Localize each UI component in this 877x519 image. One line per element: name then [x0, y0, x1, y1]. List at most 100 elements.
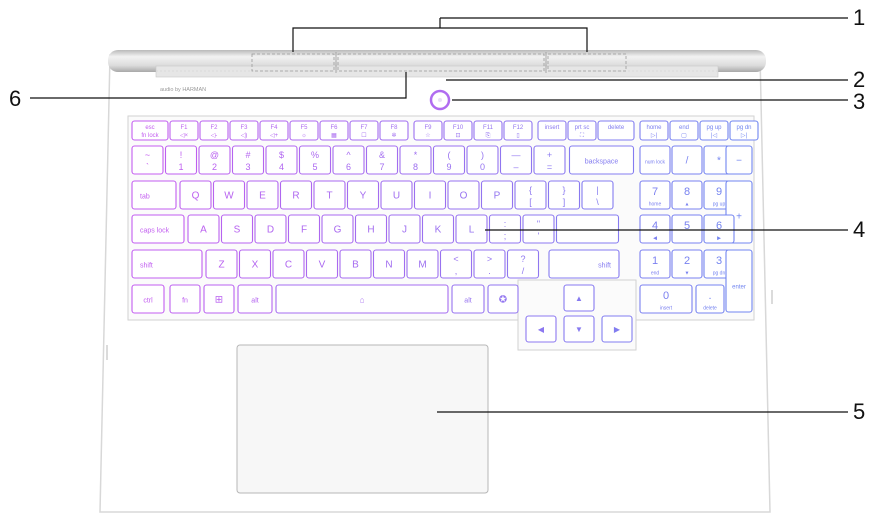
key-b[interactable]: B — [339, 249, 372, 279]
key-np-0[interactable]: 0insert — [639, 284, 693, 314]
key-num-8[interactable]: *8 — [399, 145, 432, 175]
key-num-2[interactable]: @2 — [198, 145, 231, 175]
key-space[interactable]: ⌂ — [275, 284, 449, 314]
key-asym-1[interactable]: "' — [522, 214, 555, 244]
key-f3[interactable]: F3◁) — [229, 120, 259, 141]
key-e[interactable]: E — [246, 180, 279, 210]
key-num-7[interactable]: &7 — [365, 145, 399, 175]
key-copilot[interactable]: ✪ — [487, 284, 519, 314]
key-p[interactable]: P — [480, 180, 514, 210]
key-esc[interactable]: escfn lock — [131, 120, 169, 141]
key-g[interactable]: G — [321, 214, 354, 244]
key-np-enter[interactable]: enter — [725, 249, 753, 313]
key-fn[interactable]: fn — [169, 284, 201, 314]
key-arrow-down[interactable]: ▼ — [563, 315, 595, 343]
key-f6[interactable]: F6▦ — [319, 120, 349, 141]
key-num-12-cap — [533, 145, 566, 175]
key-i[interactable]: I — [413, 180, 447, 210]
key-win[interactable]: ⊞ — [203, 284, 235, 314]
key-c[interactable]: C — [272, 249, 305, 279]
touchpad[interactable] — [236, 344, 489, 494]
key-q[interactable]: Q — [179, 180, 212, 210]
key-f4[interactable]: F4◁+ — [259, 120, 289, 141]
key-v[interactable]: V — [305, 249, 339, 279]
key-np-4[interactable]: 4◀ — [639, 214, 671, 244]
key-f7[interactable]: F7☐ — [349, 120, 379, 141]
key-o[interactable]: O — [447, 180, 480, 210]
key-w[interactable]: W — [212, 180, 246, 210]
key-qsym-0[interactable]: {[ — [514, 180, 547, 210]
key-pg-dn[interactable]: pg dn▷| — [729, 120, 759, 141]
key-np-1[interactable]: 1end — [639, 249, 671, 279]
key-num-9[interactable]: (9 — [432, 145, 466, 175]
key-np-dot[interactable]: .delete — [695, 284, 725, 314]
key-np-minus[interactable]: − — [725, 145, 753, 175]
key-asym-0[interactable]: :; — [488, 214, 522, 244]
key-num-4[interactable]: $4 — [265, 145, 298, 175]
key-s[interactable]: S — [220, 214, 254, 244]
key-shift-right[interactable]: shift — [548, 249, 620, 279]
key-u[interactable]: U — [380, 180, 413, 210]
key-f8[interactable]: F8✲ — [379, 120, 409, 141]
key-np-8[interactable]: 8▲ — [671, 180, 703, 210]
key-capslock[interactable]: caps lock — [131, 214, 185, 244]
key-num-6[interactable]: ^6 — [332, 145, 365, 175]
key-end[interactable]: end▢ — [669, 120, 699, 141]
key-h[interactable]: H — [354, 214, 388, 244]
key-prt-sc[interactable]: prt sc⛶ — [567, 120, 597, 141]
key-j[interactable]: J — [388, 214, 421, 244]
key-f10[interactable]: F10⊡ — [443, 120, 473, 141]
key-f12[interactable]: F12▯ — [503, 120, 533, 141]
key-r[interactable]: R — [279, 180, 313, 210]
key-shift-left[interactable]: shift — [131, 249, 203, 279]
key-qsym-1[interactable]: }] — [547, 180, 581, 210]
key-np-6[interactable]: 6▶ — [703, 214, 735, 244]
key-num-12[interactable]: += — [533, 145, 566, 175]
key-l[interactable]: L — [455, 214, 488, 244]
key-delete[interactable]: delete — [597, 120, 635, 141]
key-pg-up[interactable]: pg up|◁ — [699, 120, 729, 141]
key-enter-main[interactable] — [555, 214, 620, 244]
key-f9[interactable]: F9☆ — [413, 120, 443, 141]
key-num-5[interactable]: %5 — [298, 145, 332, 175]
key-numlock[interactable]: num lock — [639, 145, 671, 175]
key-z[interactable]: Z — [205, 249, 238, 279]
key-np-2[interactable]: 2▼ — [671, 249, 703, 279]
key-np-div[interactable]: / — [671, 145, 703, 175]
key-num-1[interactable]: !1 — [164, 145, 198, 175]
key-f5[interactable]: F5☼ — [289, 120, 319, 141]
key-home[interactable]: home▷| — [639, 120, 669, 141]
key-t[interactable]: T — [313, 180, 346, 210]
key-alt-left[interactable]: alt — [237, 284, 273, 314]
key-e-cap — [246, 180, 279, 210]
key-x[interactable]: X — [238, 249, 272, 279]
key-y[interactable]: Y — [346, 180, 380, 210]
key-qsym-2[interactable]: |\ — [581, 180, 614, 210]
key-zsym-0[interactable]: <, — [439, 249, 473, 279]
key-tab[interactable]: tab — [131, 180, 177, 210]
key-a[interactable]: A — [187, 214, 220, 244]
key-zsym-2[interactable]: ?/ — [506, 249, 540, 279]
key-alt-right[interactable]: alt — [451, 284, 485, 314]
key-arrow-up[interactable]: ▲ — [563, 284, 595, 312]
key-ctrl[interactable]: ctrl — [131, 284, 165, 314]
key-np-5[interactable]: 5 — [671, 214, 703, 244]
key-num-0[interactable]: ~` — [131, 145, 164, 175]
key-num-11[interactable]: —– — [499, 145, 533, 175]
key-num-3[interactable]: #3 — [231, 145, 265, 175]
key-arrow-right[interactable]: ▶ — [601, 315, 633, 343]
key-num-10[interactable]: )0 — [466, 145, 499, 175]
key-arrow-left[interactable]: ◀ — [525, 315, 557, 343]
key-backspace[interactable]: backspace — [568, 145, 635, 175]
key-f[interactable]: F — [287, 214, 321, 244]
key-d[interactable]: D — [254, 214, 287, 244]
key-n[interactable]: N — [372, 249, 406, 279]
key-m[interactable]: M — [406, 249, 439, 279]
key-np-7[interactable]: 7home — [639, 180, 671, 210]
key-zsym-1[interactable]: >. — [473, 249, 506, 279]
key-f2[interactable]: F2◁- — [199, 120, 229, 141]
key-insert[interactable]: insert — [537, 120, 567, 141]
key-k[interactable]: K — [421, 214, 455, 244]
key-f11[interactable]: F11⎘ — [473, 120, 503, 141]
key-f1[interactable]: F1◁× — [169, 120, 199, 141]
